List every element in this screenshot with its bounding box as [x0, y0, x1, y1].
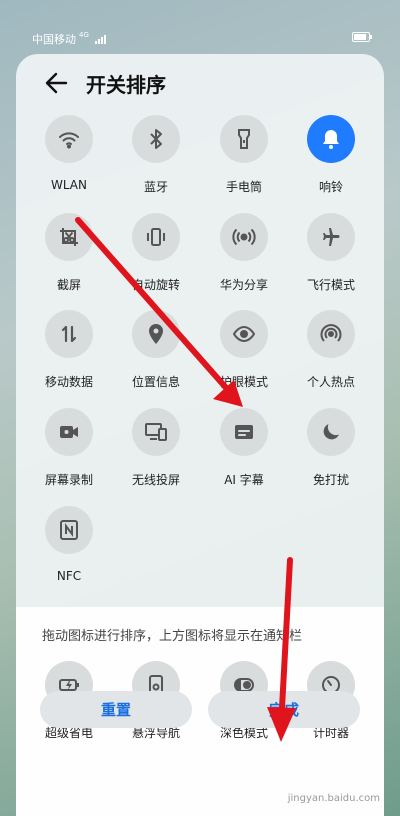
location-icon [132, 310, 180, 358]
tile-label: 屏幕录制 [44, 473, 93, 487]
eye-icon [220, 310, 268, 358]
reset-button[interactable]: 重置 [40, 691, 192, 728]
tile-ring[interactable]: 响铃 [291, 115, 371, 205]
moon-icon [307, 408, 355, 456]
auto-rotate-icon [132, 213, 180, 261]
tile-ai-subtitle[interactable]: AI 字幕 [204, 408, 284, 498]
tile-nfc[interactable]: NFC [29, 506, 109, 596]
tile-label: 护眼模式 [219, 375, 268, 389]
wifi-icon [45, 115, 93, 163]
tile-mobile-data[interactable]: 移动数据 [29, 310, 109, 400]
bluetooth-icon [132, 115, 180, 163]
airplane-icon [307, 213, 355, 261]
subtitle-icon [220, 408, 268, 456]
screenshot-icon [45, 213, 93, 261]
tile-eye-comfort[interactable]: 护眼模式 [204, 310, 284, 400]
tile-label: AI 字幕 [224, 473, 264, 487]
flashlight-icon [220, 115, 268, 163]
hotspot-icon [307, 310, 355, 358]
tile-screenshot[interactable]: 截屏 [29, 213, 109, 303]
carrier-info: 中国移动 4G [32, 31, 106, 47]
tile-label: 蓝牙 [143, 180, 168, 194]
tile-hotspot[interactable]: 个人热点 [291, 310, 371, 400]
share-icon [220, 213, 268, 261]
tile-wireless-cast[interactable]: 无线投屏 [116, 408, 196, 498]
status-bar: 中国移动 4G [0, 0, 400, 46]
tile-label: 手电筒 [225, 180, 262, 194]
screen-record-icon [45, 408, 93, 456]
tile-location[interactable]: 位置信息 [116, 310, 196, 400]
nfc-icon [45, 506, 93, 554]
tile-auto-rotate[interactable]: 自动旋转 [116, 213, 196, 303]
page-title: 开关排序 [86, 73, 166, 97]
tile-label: NFC [56, 569, 82, 583]
tile-wlan[interactable]: WLAN [29, 115, 109, 205]
tile-flashlight[interactable]: 手电筒 [204, 115, 284, 205]
network-type: 4G [79, 31, 89, 39]
mobile-data-icon [45, 310, 93, 358]
tile-do-not-disturb[interactable]: 免打扰 [291, 408, 371, 498]
bell-icon [307, 115, 355, 163]
tile-label: 位置信息 [131, 375, 180, 389]
tile-huawei-share[interactable]: 华为分享 [204, 213, 284, 303]
tile-label: 响铃 [318, 180, 343, 194]
tile-label: 华为分享 [219, 278, 268, 292]
header: 开关排序 [16, 54, 384, 114]
tile-label: 无线投屏 [131, 473, 180, 487]
tile-label: 移动数据 [44, 375, 93, 389]
tile-label: 自动旋转 [131, 278, 180, 292]
tile-label: WLAN [50, 178, 87, 192]
cast-icon [132, 408, 180, 456]
carrier-name: 中国移动 [32, 33, 76, 46]
tile-label: 飞行模式 [306, 278, 355, 292]
battery-icon [352, 32, 372, 42]
tile-label: 个人热点 [306, 375, 355, 389]
sort-hint-text: 拖动图标进行排序，上方图标将显示在通知栏 [42, 629, 303, 644]
tile-label: 截屏 [56, 278, 81, 292]
tile-bluetooth[interactable]: 蓝牙 [116, 115, 196, 205]
watermark: jingyan.baidu.com [287, 793, 380, 804]
tile-label: 免打扰 [312, 473, 349, 487]
tile-airplane-mode[interactable]: 飞行模式 [291, 213, 371, 303]
tile-screen-record[interactable]: 屏幕录制 [29, 408, 109, 498]
done-button[interactable]: 完成 [208, 691, 360, 728]
signal-icon [94, 34, 106, 44]
back-arrow-icon[interactable] [44, 70, 70, 96]
